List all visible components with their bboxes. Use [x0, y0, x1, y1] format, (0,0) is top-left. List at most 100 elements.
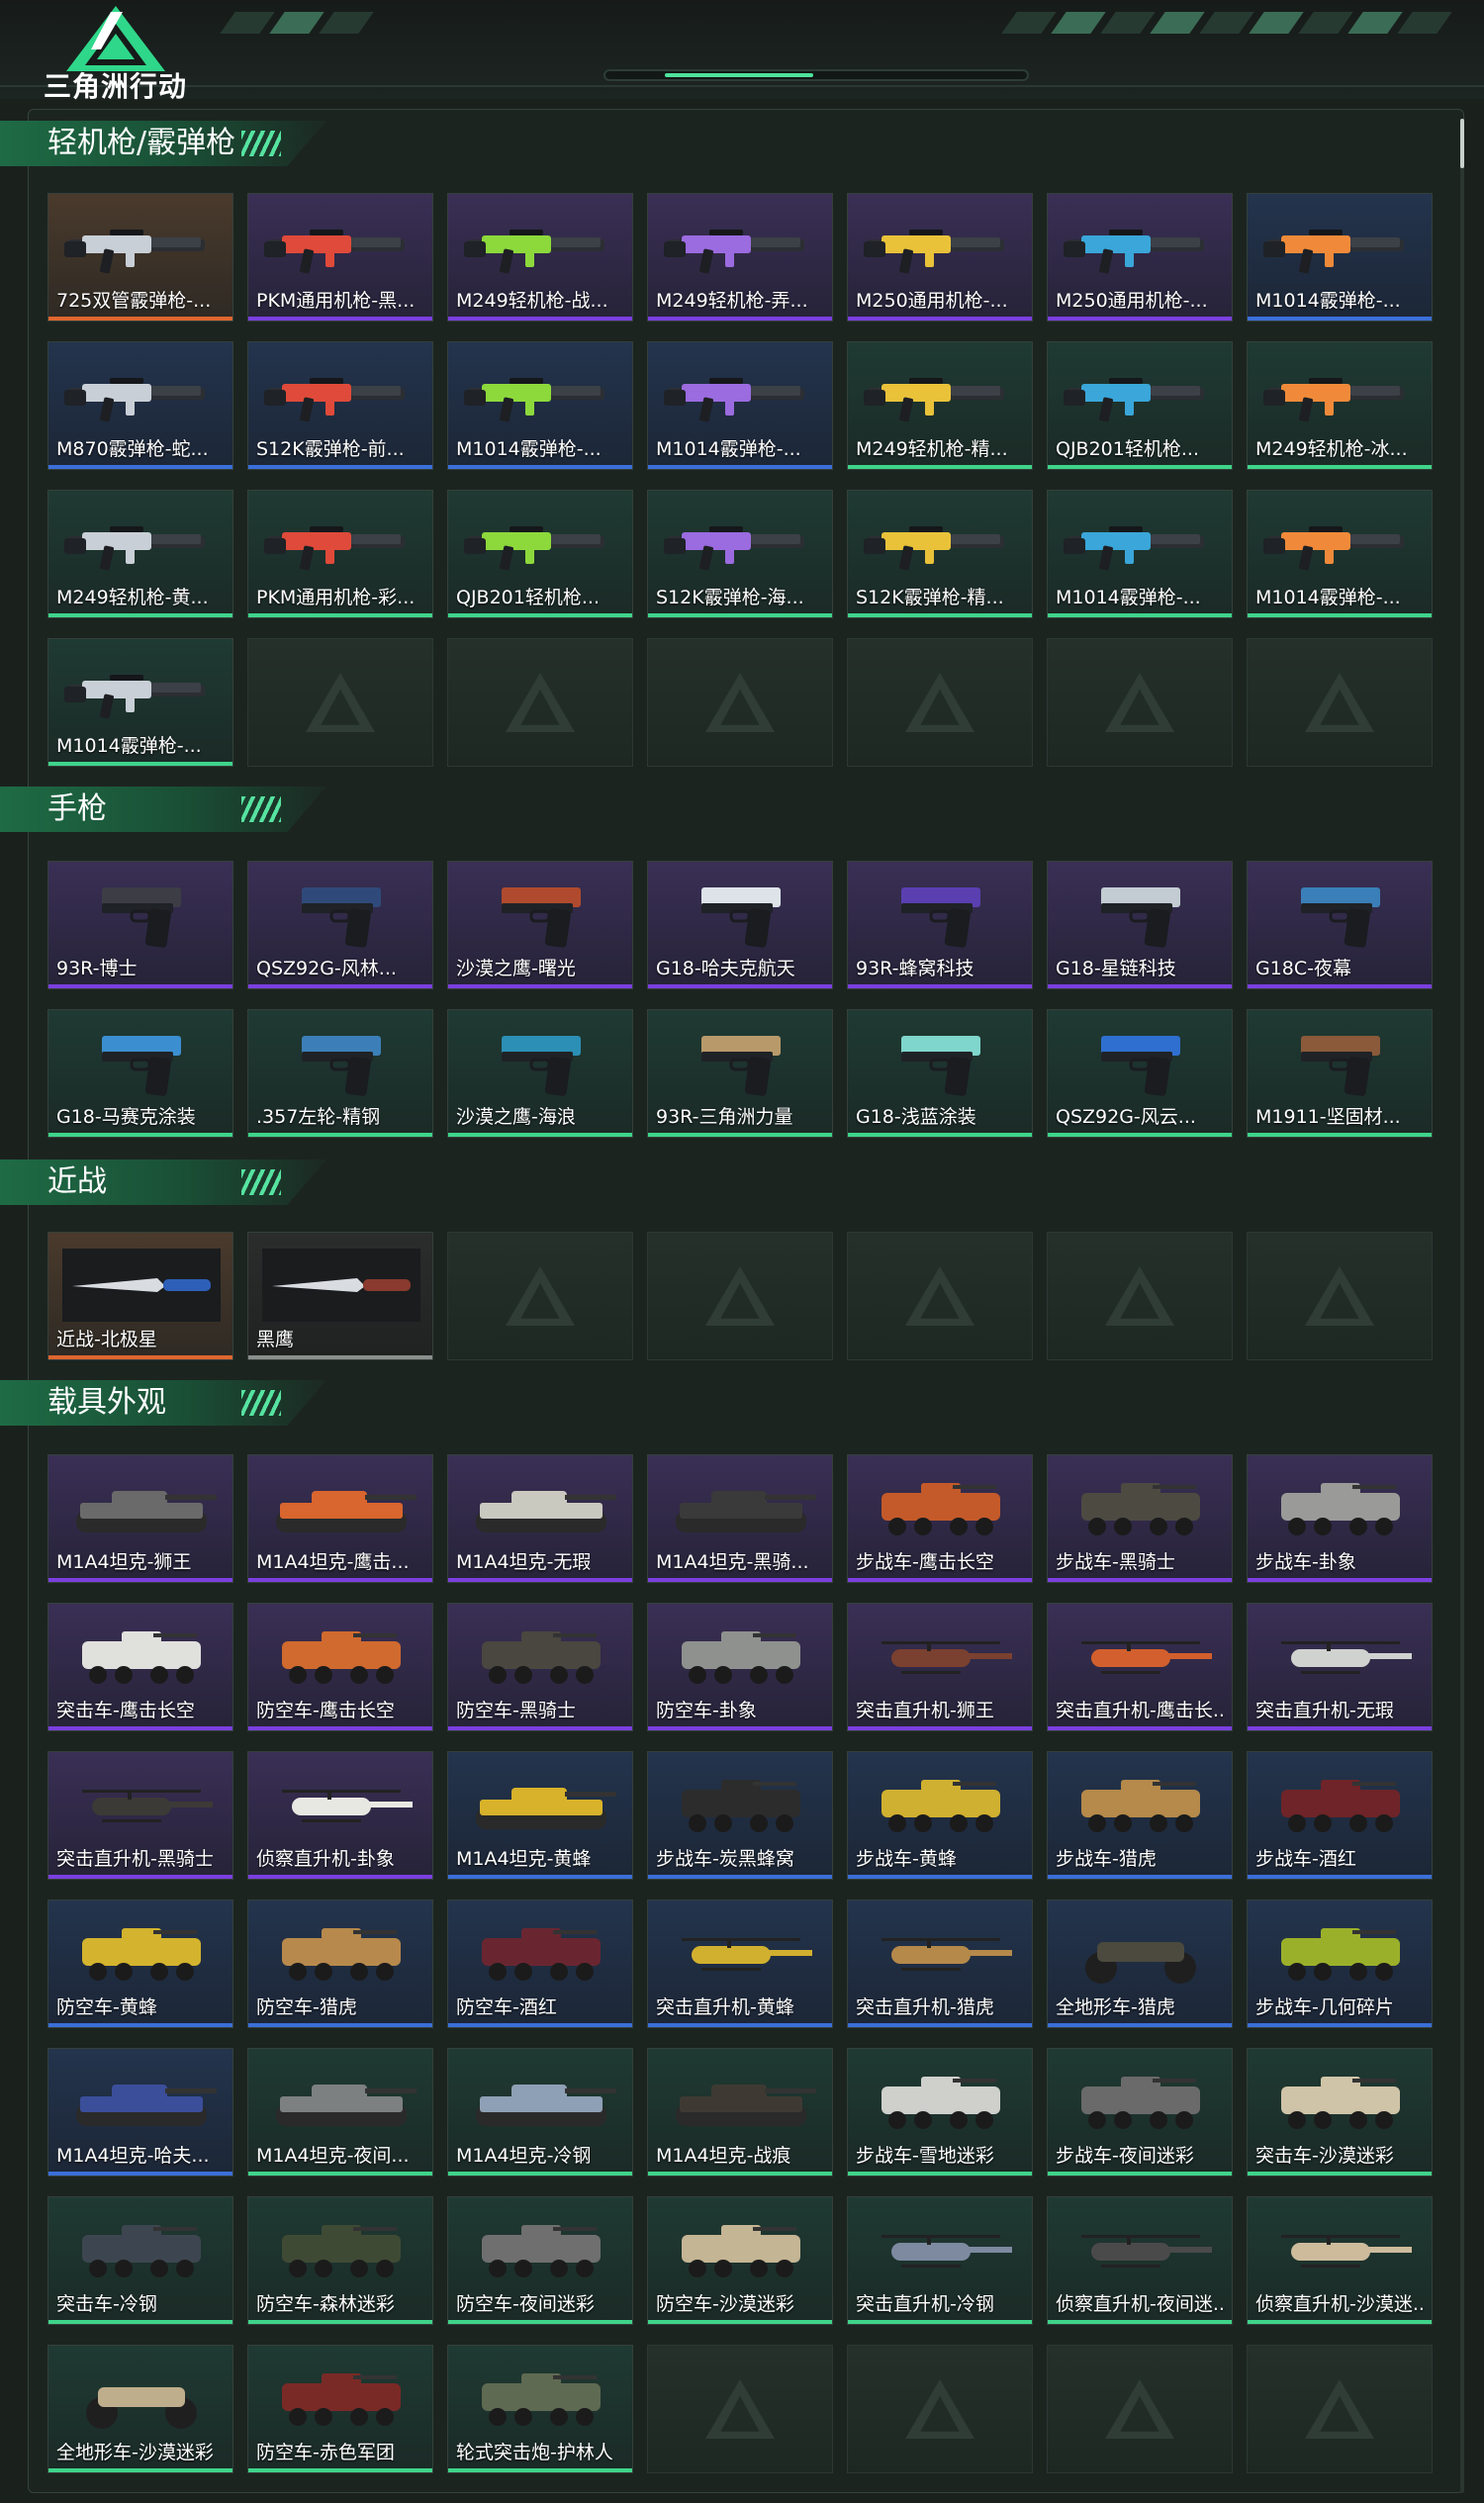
skin-card[interactable]: 步战车-猎虎 — [1047, 1751, 1233, 1880]
skin-card[interactable]: 93R-三角洲力量 — [647, 1009, 833, 1138]
skin-card[interactable]: 93R-博士 — [47, 861, 233, 989]
skin-card[interactable]: 防空车-沙漠迷彩 — [647, 2196, 833, 2325]
skin-card[interactable]: 侦察直升机-沙漠迷... — [1247, 2196, 1433, 2325]
skin-card[interactable]: 突击车-冷钢 — [47, 2196, 233, 2325]
skin-card[interactable]: 防空车-黄蜂 — [47, 1900, 233, 2028]
skin-card[interactable]: M250通用机枪-... — [847, 193, 1033, 322]
vehicle-skin-icon — [1281, 2077, 1400, 2129]
skin-card[interactable]: M1A4坦克-冷钢 — [447, 2048, 633, 2177]
rarity-bar — [1248, 2320, 1432, 2324]
skin-card[interactable]: M1A4坦克-战痕 — [647, 2048, 833, 2177]
skin-card[interactable]: 突击直升机-黄蜂 — [647, 1900, 833, 2028]
skin-card[interactable]: M1A4坦克-黑骑... — [647, 1454, 833, 1583]
skin-card[interactable]: G18-马赛克涂装 — [47, 1009, 233, 1138]
skin-card[interactable]: 步战车-鹰击长空 — [847, 1454, 1033, 1583]
skin-card[interactable]: 突击直升机-冷钢 — [847, 2196, 1033, 2325]
empty-slot — [247, 638, 433, 767]
skin-card[interactable]: M1014霰弹枪-... — [1047, 490, 1233, 618]
pistol-skin-icon — [901, 887, 980, 948]
skin-card[interactable]: 步战车-黑骑士 — [1047, 1454, 1233, 1583]
skin-card[interactable]: M249轻机枪-精... — [847, 341, 1033, 470]
skin-card[interactable]: QSZ92G-风林... — [247, 861, 433, 989]
skin-card[interactable]: G18-浅蓝涂装 — [847, 1009, 1033, 1138]
skin-card[interactable]: M1A4坦克-无瑕 — [447, 1454, 633, 1583]
skin-card[interactable]: 防空车-酒红 — [447, 1900, 633, 2028]
skin-card[interactable]: 步战车-卦象 — [1247, 1454, 1433, 1583]
skin-card[interactable]: 突击直升机-狮王 — [847, 1603, 1033, 1731]
skin-card[interactable]: 全地形车-猎虎 — [1047, 1900, 1233, 2028]
skin-card[interactable]: 突击直升机-黑骑士 — [47, 1751, 233, 1880]
rarity-bar — [1048, 2172, 1232, 2176]
skin-card[interactable]: 突击直升机-鹰击长... — [1047, 1603, 1233, 1731]
skin-card[interactable]: M1A4坦克-夜间... — [247, 2048, 433, 2177]
skin-card[interactable]: 轮式突击炮-护林人 — [447, 2345, 633, 2473]
skin-card[interactable]: 突击车-沙漠迷彩 — [1247, 2048, 1433, 2177]
skin-card[interactable]: 突击直升机-无瑕 — [1247, 1603, 1433, 1731]
skin-card[interactable]: M1A4坦克-黄蜂 — [447, 1751, 633, 1880]
skin-card[interactable]: 防空车-猎虎 — [247, 1900, 433, 2028]
section-title: 轻机枪/霰弹枪 — [0, 121, 326, 166]
skin-card[interactable]: 步战车-雪地迷彩 — [847, 2048, 1033, 2177]
skin-card[interactable]: M1A4坦克-哈夫... — [47, 2048, 233, 2177]
skin-card[interactable]: 防空车-赤色军团 — [247, 2345, 433, 2473]
skin-card[interactable]: S12K霰弹枪-海... — [647, 490, 833, 618]
skin-name: QJB201轻机枪... — [456, 587, 600, 608]
skin-card[interactable]: QSZ92G-风云... — [1047, 1009, 1233, 1138]
skin-card[interactable]: M1014霰弹枪-... — [447, 341, 633, 470]
skin-card[interactable]: .357左轮-精钢 — [247, 1009, 433, 1138]
gun-skin-icon — [464, 230, 604, 274]
skin-card[interactable]: M249轻机枪-弄... — [647, 193, 833, 322]
skin-card[interactable]: 93R-蜂窝科技 — [847, 861, 1033, 989]
rarity-bar — [848, 613, 1032, 617]
skin-card[interactable]: M250通用机枪-... — [1047, 193, 1233, 322]
skin-card[interactable]: 防空车-鹰击长空 — [247, 1603, 433, 1731]
skin-card[interactable]: 步战车-夜间迷彩 — [1047, 2048, 1233, 2177]
skin-card[interactable]: 沙漠之鹰-海浪 — [447, 1009, 633, 1138]
rarity-bar — [1048, 317, 1232, 321]
skin-card[interactable]: 步战车-几何碎片 — [1247, 1900, 1433, 2028]
scrollbar-thumb[interactable] — [1460, 119, 1464, 168]
skin-card[interactable]: M1014霰弹枪-... — [1247, 490, 1433, 618]
skin-card[interactable]: M1A4坦克-鹰击... — [247, 1454, 433, 1583]
skin-card[interactable]: S12K霰弹枪-前... — [247, 341, 433, 470]
skin-name: M1A4坦克-鹰击... — [256, 1551, 410, 1573]
skin-card[interactable]: G18C-夜幕 — [1247, 861, 1433, 989]
skin-card[interactable]: M249轻机枪-战... — [447, 193, 633, 322]
skin-card[interactable]: 防空车-森林迷彩 — [247, 2196, 433, 2325]
scrollbar-track[interactable] — [1460, 119, 1464, 2493]
skin-card[interactable]: M1A4坦克-狮王 — [47, 1454, 233, 1583]
skin-card[interactable]: 突击车-鹰击长空 — [47, 1603, 233, 1731]
skin-card[interactable]: M249轻机枪-冰... — [1247, 341, 1433, 470]
skin-card[interactable]: 步战车-酒红 — [1247, 1751, 1433, 1880]
skin-card[interactable]: PKM通用机枪-彩... — [247, 490, 433, 618]
skin-card[interactable]: PKM通用机枪-黑... — [247, 193, 433, 322]
skin-card[interactable]: 全地形车-沙漠迷彩 — [47, 2345, 233, 2473]
skin-name: 防空车-黑骑士 — [456, 1700, 576, 1721]
skin-card[interactable]: QJB201轻机枪... — [1047, 341, 1233, 470]
skin-card[interactable]: M1014霰弹枪-... — [647, 341, 833, 470]
skin-card[interactable]: QJB201轻机枪... — [447, 490, 633, 618]
skin-card[interactable]: 侦察直升机-卦象 — [247, 1751, 433, 1880]
skin-name: M250通用机枪-... — [856, 290, 1008, 312]
skin-card[interactable]: 突击直升机-猎虎 — [847, 1900, 1033, 2028]
skin-card[interactable]: G18-哈夫克航天 — [647, 861, 833, 989]
skin-card[interactable]: 沙漠之鹰-曙光 — [447, 861, 633, 989]
skin-card[interactable]: 近战-北极星 — [47, 1232, 233, 1360]
skin-card[interactable]: 防空车-夜间迷彩 — [447, 2196, 633, 2325]
skin-card[interactable]: 725双管霰弹枪-... — [47, 193, 233, 322]
skin-name: 防空车-黄蜂 — [56, 1996, 157, 2018]
skin-card[interactable]: 侦察直升机-夜间迷... — [1047, 2196, 1233, 2325]
skin-card[interactable]: 黑鹰 — [247, 1232, 433, 1360]
header-stripe — [1001, 12, 1057, 34]
skin-card[interactable]: G18-星链科技 — [1047, 861, 1233, 989]
skin-card[interactable]: M1911-坚固材... — [1247, 1009, 1433, 1138]
skin-card[interactable]: M249轻机枪-黄... — [47, 490, 233, 618]
skin-card[interactable]: 步战车-炭黑蜂窝 — [647, 1751, 833, 1880]
skin-card[interactable]: 步战车-黄蜂 — [847, 1751, 1033, 1880]
skin-card[interactable]: S12K霰弹枪-精... — [847, 490, 1033, 618]
skin-card[interactable]: M1014霰弹枪-... — [1247, 193, 1433, 322]
skin-card[interactable]: M870霰弹枪-蛇... — [47, 341, 233, 470]
skin-card[interactable]: 防空车-黑骑士 — [447, 1603, 633, 1731]
skin-card[interactable]: M1014霰弹枪-... — [47, 638, 233, 767]
skin-card[interactable]: 防空车-卦象 — [647, 1603, 833, 1731]
